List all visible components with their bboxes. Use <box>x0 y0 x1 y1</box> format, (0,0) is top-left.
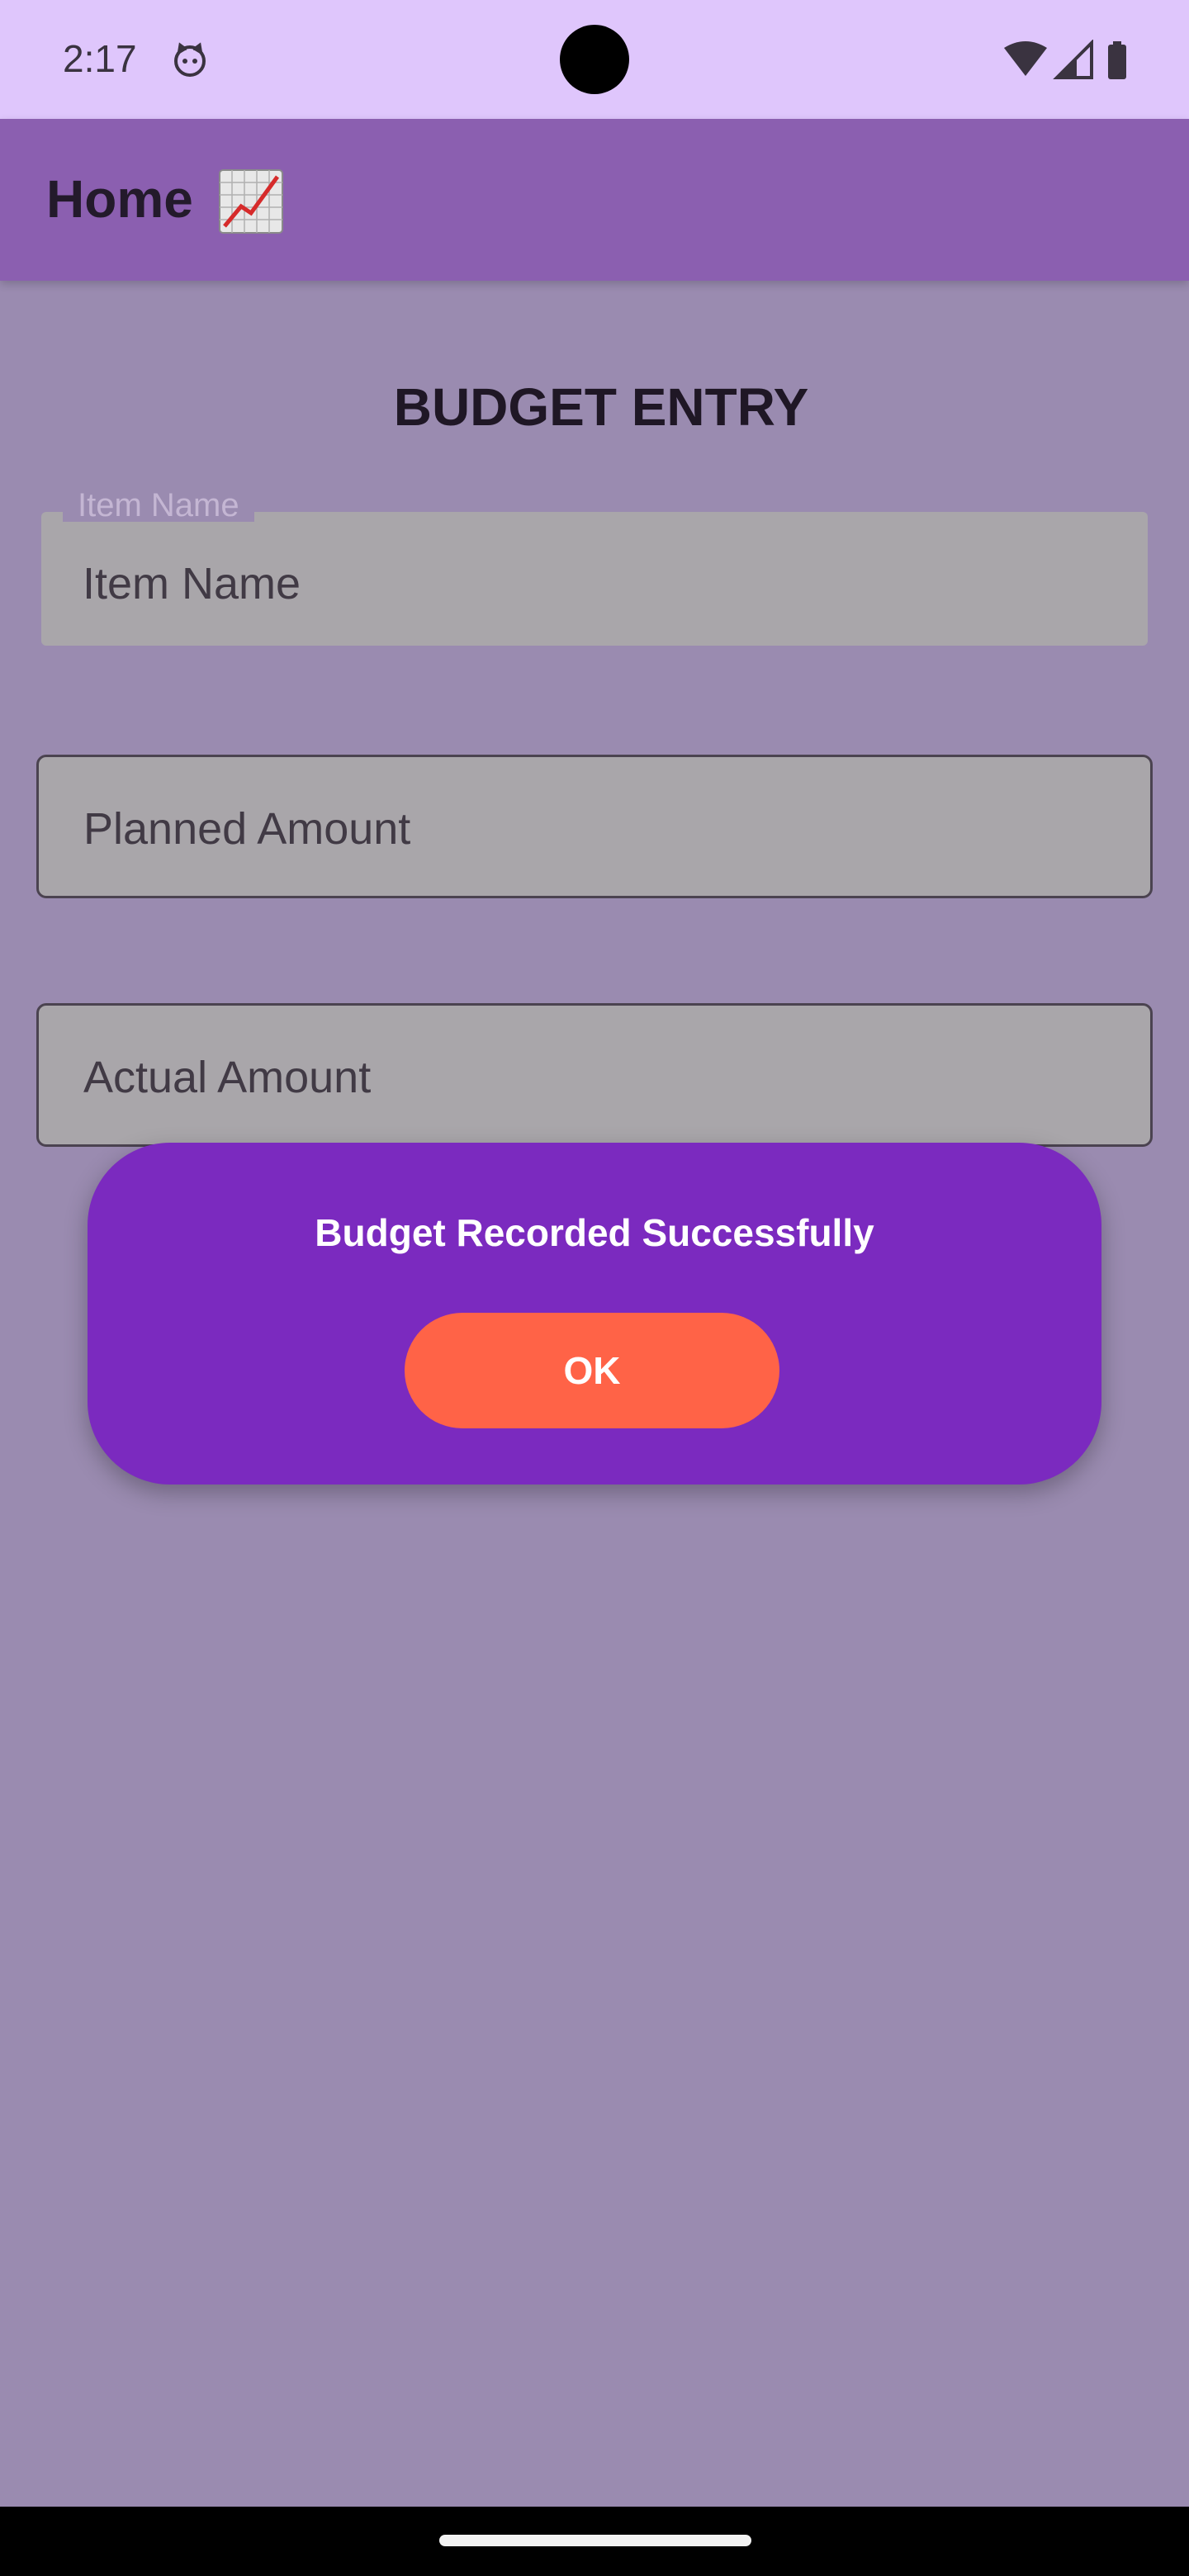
success-dialog: Budget Recorded Successfully OK <box>88 1143 1101 1485</box>
wifi-icon <box>1004 41 1047 76</box>
status-icons <box>1004 40 1126 79</box>
app-title: Home <box>46 169 193 229</box>
planned-amount-field[interactable]: Planned Amount <box>36 755 1153 898</box>
item-name-floating-label: Item Name <box>63 489 254 522</box>
camera-cutout <box>560 25 629 94</box>
navigation-bar <box>0 2507 1189 2576</box>
status-bar: 2:17 <box>0 0 1189 119</box>
page-heading: BUDGET ENTRY <box>393 377 809 437</box>
status-time: 2:17 <box>63 37 137 80</box>
item-name-field[interactable]: Item Name <box>41 512 1148 646</box>
cat-notification-icon <box>174 42 206 77</box>
dialog-message: Budget Recorded Successfully <box>315 1211 874 1254</box>
app-bar: Home <box>0 119 1189 281</box>
actual-amount-placeholder: Actual Amount <box>83 1053 372 1102</box>
signal-icon <box>1053 40 1093 79</box>
chart-increasing-icon <box>219 169 283 234</box>
home-indicator[interactable] <box>439 2535 751 2546</box>
battery-icon <box>1108 41 1126 79</box>
item-name-placeholder: Item Name <box>83 559 301 608</box>
ok-button[interactable]: OK <box>405 1313 779 1428</box>
actual-amount-field[interactable]: Actual Amount <box>36 1003 1153 1147</box>
planned-amount-placeholder: Planned Amount <box>83 804 411 854</box>
